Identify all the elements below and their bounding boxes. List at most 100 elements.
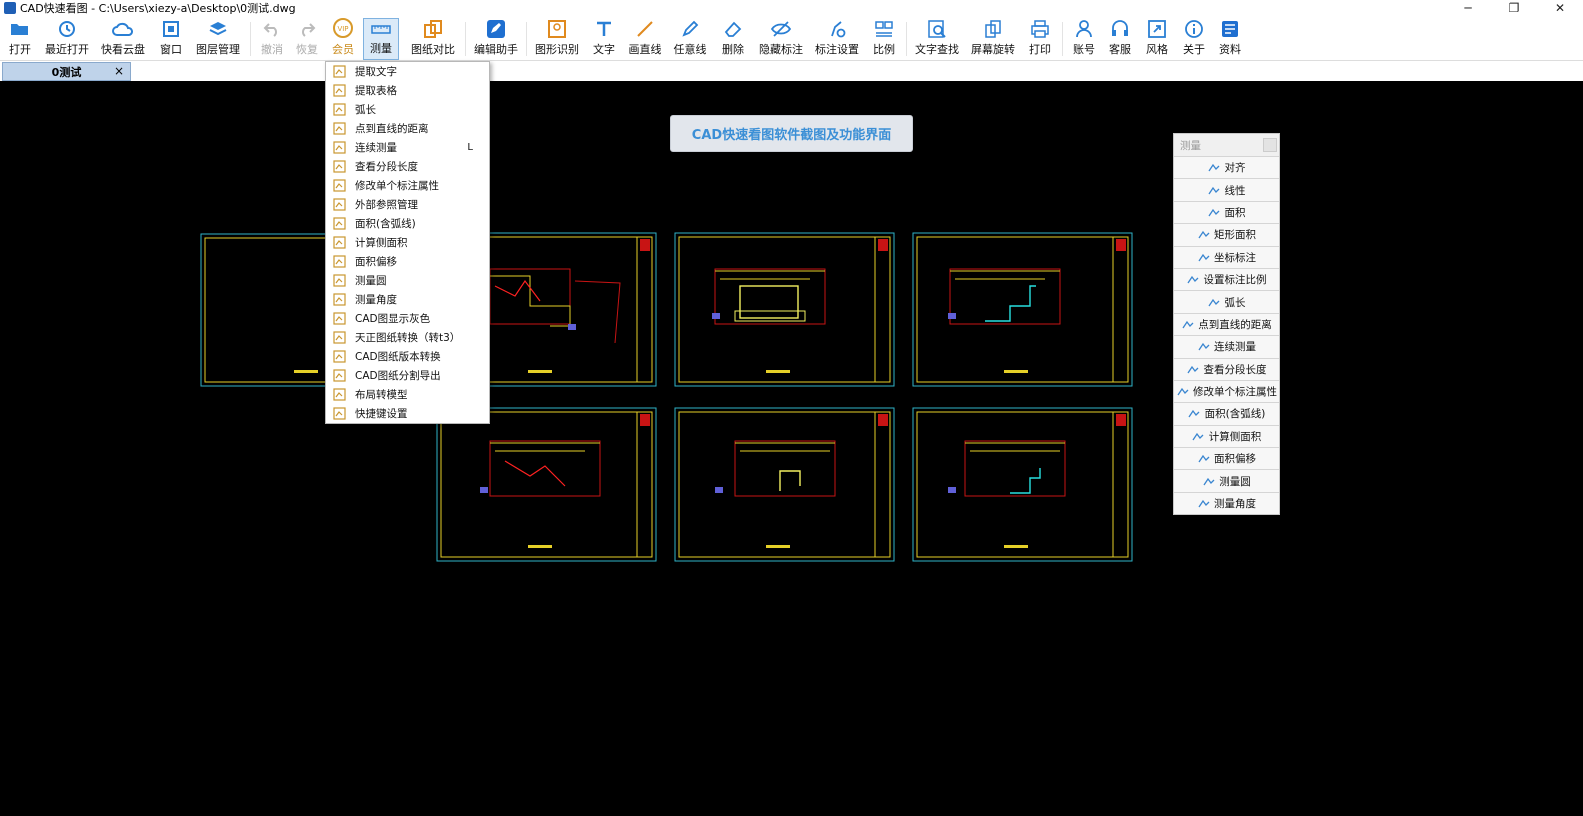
menu-item[interactable]: 连续测量 L [326,138,489,157]
menu-item-label: 外部参照管理 [355,199,418,211]
panel-button-label: 点到直线的距离 [1198,318,1272,331]
menu-item[interactable]: 点到直线的距离 [326,119,489,138]
materials-button[interactable]: 资料 [1216,18,1244,60]
panel-button-label: 坐标标注 [1214,251,1256,264]
menu-item[interactable]: CAD图纸分割导出 [326,366,489,385]
panel-button[interactable]: 查看分段长度 [1174,357,1279,380]
line-button[interactable]: 画直线 [627,18,663,60]
recent-button[interactable]: 最近打开 [44,18,90,60]
menu-item[interactable]: 面积(含弧线) [326,214,489,233]
measure-tool-icon [1197,498,1210,510]
panel-button[interactable]: 设置标注比例 [1174,267,1279,291]
menu-item[interactable]: CAD图显示灰色 [326,309,489,328]
measure-angle-icon [332,293,346,307]
scale-button[interactable]: 比例 [870,18,898,60]
menu-item[interactable]: 计算侧面积 [326,233,489,252]
drawing-canvas[interactable] [0,81,1583,816]
panel-button[interactable]: 计算侧面积 [1174,424,1279,448]
panel-button[interactable]: 对齐 [1174,156,1279,179]
layers-button[interactable]: 图层管理 [195,18,241,60]
menu-item-label: CAD图纸版本转换 [355,351,441,363]
find-text-icon [926,18,948,39]
delete-button[interactable]: 删除 [719,18,747,60]
service-button[interactable]: 客服 [1106,18,1134,60]
menu-item[interactable]: 天正图纸转换（转t3） [326,328,489,347]
editor-button[interactable]: 编辑助手 [473,18,519,60]
find-text-button[interactable]: 文字查找 [914,18,960,60]
panel-button[interactable]: 修改单个标注属性 [1174,379,1279,403]
panel-button[interactable]: 测量圆 [1174,469,1279,492]
tab-close-icon[interactable]: × [114,64,124,78]
panel-button[interactable]: 线性 [1174,178,1279,201]
panel-button[interactable]: 面积(含弧线) [1174,402,1279,425]
panel-button[interactable]: 点到直线的距离 [1174,312,1279,336]
side-area-icon [332,236,346,250]
annotation-settings-button[interactable]: 标注设置 [814,18,860,60]
measure-tool-icon [1208,162,1221,174]
panel-button[interactable]: 面积偏移 [1174,447,1279,470]
info-icon [1183,18,1205,39]
drawing-sheet [674,232,895,387]
panel-button[interactable]: 矩形面积 [1174,223,1279,246]
measure-circle-icon [332,274,346,288]
panel-button[interactable]: 测量角度 [1174,491,1279,515]
panel-button-label: 查看分段长度 [1203,363,1267,376]
style-button[interactable]: 风格 [1143,18,1171,60]
title-bar: CAD快速看图 - C:\Users\xiezy-a\Desktop\0测试.d… [0,0,1583,16]
menu-item[interactable]: CAD图纸版本转换 [326,347,489,366]
extract-table-icon [332,84,346,98]
user-icon [1073,18,1095,39]
menu-item[interactable]: 提取表格 [326,81,489,100]
vip-button[interactable]: VIP 会员 [329,18,357,60]
measure-tool-icon [1197,251,1210,263]
panel-button-label: 面积偏移 [1214,453,1256,466]
panel-button[interactable]: 坐标标注 [1174,245,1279,268]
measure-panel-header[interactable]: 测量 [1174,134,1279,156]
undo-button[interactable]: 撤消 [258,18,286,60]
rotate-screen-button[interactable]: 屏幕旋转 [970,18,1016,60]
eraser-icon [722,18,744,39]
text-button[interactable]: 文字 [590,18,618,60]
restore-button[interactable]: ❐ [1491,0,1537,16]
menu-item[interactable]: 快捷键设置 [326,404,489,423]
svg-text:VIP: VIP [337,25,348,33]
window-icon [160,18,182,39]
menu-item[interactable]: 弧长 [326,100,489,119]
segment-length-icon [332,160,346,174]
compare-button[interactable]: 图纸对比 [410,18,456,60]
drawing-sheets [200,232,1133,562]
close-window-button[interactable]: ✕ [1537,0,1583,16]
menu-item[interactable]: 外部参照管理 [326,195,489,214]
menu-item[interactable]: 面积偏移 [326,252,489,271]
account-button[interactable]: 账号 [1070,18,1098,60]
panel-button-label: 测量角度 [1214,498,1256,511]
cloud-button[interactable]: 快看云盘 [100,18,146,60]
panel-button[interactable]: 连续测量 [1174,335,1279,358]
print-button[interactable]: 打印 [1026,18,1054,60]
redo-button[interactable]: 恢复 [293,18,321,60]
minimize-button[interactable]: ─ [1445,0,1491,16]
menu-item[interactable]: 布局转模型 [326,385,489,404]
window-title: CAD快速看图 - C:\Users\xiezy-a\Desktop\0测试.d… [20,2,296,15]
panel-button[interactable]: 弧长 [1174,290,1279,313]
window-button[interactable]: 窗口 [157,18,185,60]
open-button[interactable]: 打开 [6,18,34,60]
panel-close-button[interactable] [1263,138,1277,152]
eye-slash-icon [770,18,792,39]
tab-document[interactable]: 0测试 × [2,62,131,81]
about-button[interactable]: 关于 [1180,18,1208,60]
recognize-button[interactable]: 图形识别 [534,18,580,60]
menu-item[interactable]: 查看分段长度 [326,157,489,176]
menu-item[interactable]: 修改单个标注属性 [326,176,489,195]
freeline-button[interactable]: 任意线 [672,18,708,60]
menu-item[interactable]: 测量圆 [326,271,489,290]
edit-annotation-icon [332,179,346,193]
menu-item[interactable]: 提取文字 [326,62,489,81]
app-logo-icon [4,2,16,14]
panel-button[interactable]: 面积 [1174,200,1279,224]
panel-button-label: 线性 [1224,184,1246,197]
measure-tool-icon [1208,206,1221,218]
hide-annotation-button[interactable]: 隐藏标注 [758,18,804,60]
measure-button[interactable]: 测量 [363,18,399,60]
menu-item[interactable]: 测量角度 [326,290,489,309]
